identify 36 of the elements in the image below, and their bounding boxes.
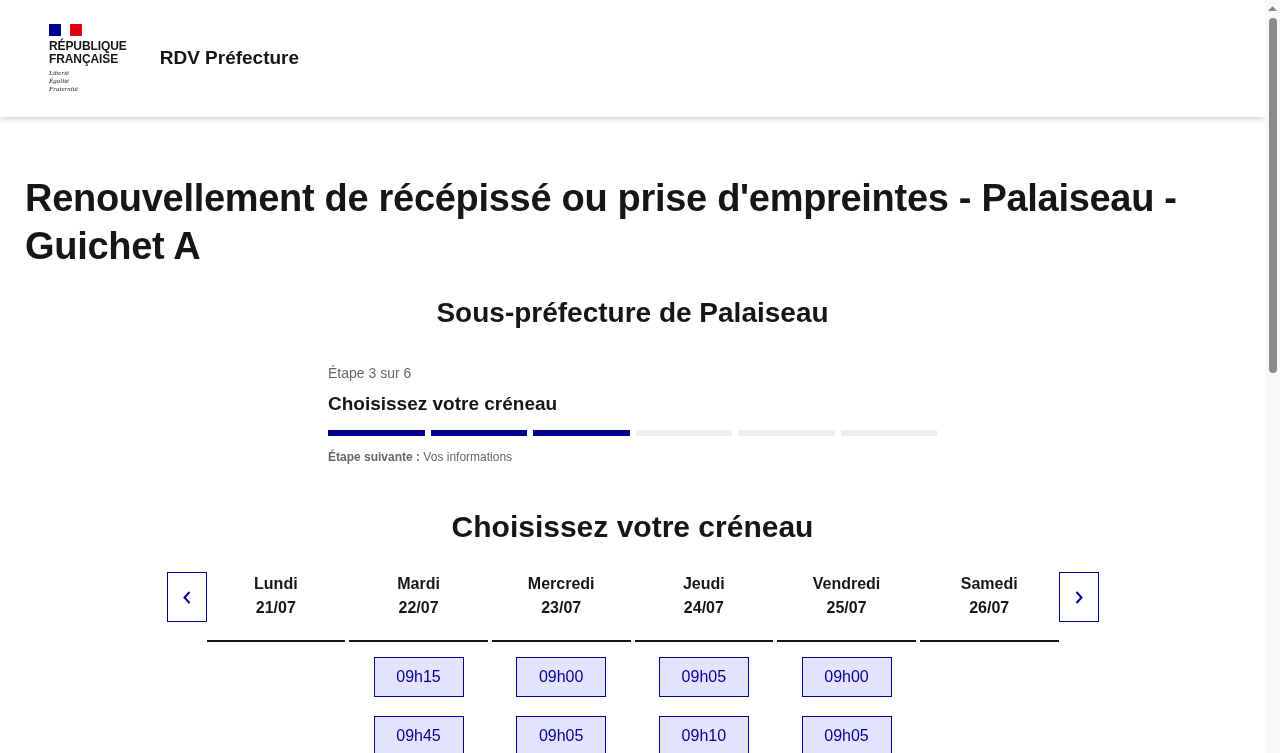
day-name: Mercredi	[527, 574, 595, 594]
logo-text: RÉPUBLIQUE FRANÇAISE	[49, 40, 127, 66]
next-week-button[interactable]	[1058, 572, 1099, 622]
day-date: 26/07	[969, 598, 1010, 618]
time-slot-button[interactable]: 09h05	[801, 716, 892, 753]
time-slot-button[interactable]: 09h00	[801, 657, 892, 697]
page-subtitle: Sous-préfecture de Palaiseau	[435, 296, 830, 330]
chevron-left-icon	[182, 590, 191, 604]
day-date: 22/07	[398, 598, 439, 618]
next-step-text: Étape suivante : Vos informations	[328, 449, 513, 465]
day-name: Lundi	[254, 574, 298, 594]
time-slot-button[interactable]: 09h05	[516, 716, 607, 753]
section-heading: Choisissez votre créneau	[450, 509, 815, 545]
scrollbar[interactable]	[1265, 0, 1280, 753]
day-date: 21/07	[255, 598, 296, 618]
day-date: 25/07	[826, 598, 867, 618]
time-slot-button[interactable]: 09h45	[373, 716, 464, 753]
day-name: Jeudi	[682, 574, 725, 594]
service-name[interactable]: RDV Préfecture	[159, 46, 300, 70]
scroll-up-arrow-icon[interactable]	[1268, 6, 1277, 11]
time-slot-button[interactable]: 09h05	[658, 657, 749, 697]
day-name: Samedi	[960, 574, 1018, 594]
chevron-right-icon	[1074, 590, 1083, 604]
time-slot-button[interactable]: 09h15	[373, 657, 464, 697]
previous-week-button[interactable]	[166, 572, 207, 622]
day-name: Vendredi	[812, 574, 881, 594]
time-slot-button[interactable]: 09h10	[658, 716, 749, 753]
scrollbar-thumb[interactable]	[1268, 18, 1277, 373]
day-date: 23/07	[541, 598, 582, 618]
step-counter: Étape 3 sur 6	[328, 364, 412, 383]
page-title: Renouvellement de récépissé ou prise d'empreintes - Palaiseau - Guichet A	[25, 176, 1178, 269]
day-name: Mardi	[397, 574, 440, 594]
time-slot-button[interactable]: 09h00	[516, 657, 607, 697]
tricolor-flag-icon	[49, 24, 82, 36]
step-title: Choisissez votre créneau	[328, 392, 558, 416]
day-date: 24/07	[683, 598, 724, 618]
